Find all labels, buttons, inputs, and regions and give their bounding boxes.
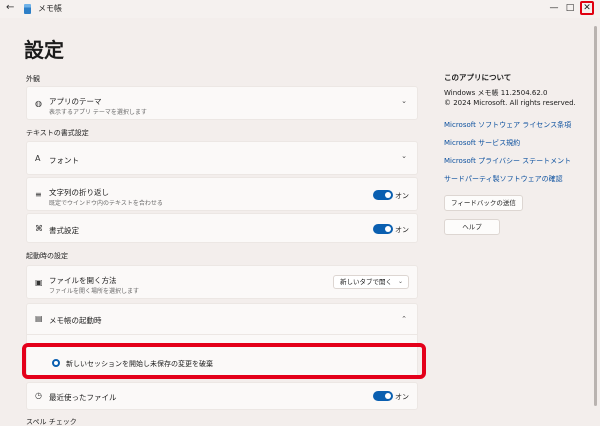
wrap-icon: ≡ xyxy=(35,190,42,199)
open-file-label: ファイルを開く方法 xyxy=(49,276,117,285)
font-icon: A xyxy=(35,154,41,163)
divider xyxy=(27,334,417,335)
scrollbar[interactable] xyxy=(594,26,597,406)
help-button[interactable]: ヘルプ xyxy=(444,219,500,235)
word-wrap-toggle-label: オン xyxy=(395,192,409,200)
theme-setting[interactable]: ◍ アプリのテーマ 表示するアプリ テーマを選択します ⌄ xyxy=(26,86,418,120)
recent-files-setting: ◷ 最近使ったファイル オン xyxy=(26,382,418,410)
formatting-toggle[interactable] xyxy=(373,224,393,234)
word-wrap-label: 文字列の折り返し xyxy=(49,188,109,197)
formatting-label: 書式設定 xyxy=(49,226,79,235)
license-link[interactable]: Microsoft ソフトウェア ライセンス条項 xyxy=(444,120,571,130)
back-arrow-icon[interactable]: ← xyxy=(6,2,14,13)
open-file-icon: ▣ xyxy=(35,278,43,287)
formatting-setting: ⌘ 書式設定 オン xyxy=(26,213,418,243)
format-icon: ⌘ xyxy=(35,224,43,233)
about-copyright: © 2024 Microsoft. All rights reserved. xyxy=(444,99,576,107)
recent-files-label: 最近使ったファイル xyxy=(49,393,117,402)
page-title: 設定 xyxy=(24,38,64,62)
about-title: このアプリについて xyxy=(444,73,512,82)
chevron-down-icon: ⌄ xyxy=(401,152,407,160)
notepad-icon: ▤ xyxy=(35,314,43,323)
font-setting[interactable]: A フォント ⌄ xyxy=(26,141,418,175)
section-text-format: テキストの書式設定 xyxy=(26,129,89,137)
chevron-down-icon: ⌄ xyxy=(397,278,403,285)
title-bar: ← メモ帳 — □ ✕ xyxy=(0,0,600,18)
third-party-link[interactable]: サードパーティ製ソフトウェアの確認 xyxy=(444,174,563,184)
theme-sub: 表示するアプリ テーマを選択します xyxy=(49,109,147,116)
maximize-button[interactable]: □ xyxy=(564,2,576,14)
feedback-button[interactable]: フィードバックの送信 xyxy=(444,195,523,211)
open-file-dropdown[interactable]: 新しいタブで開く ⌄ xyxy=(333,275,409,289)
minimize-button[interactable]: — xyxy=(548,2,560,14)
open-file-sub: ファイルを開く場所を選択します xyxy=(49,288,140,295)
formatting-toggle-label: オン xyxy=(395,226,409,234)
word-wrap-sub: 既定でウインドウ内のテキストを合わせる xyxy=(49,200,163,207)
theme-label: アプリのテーマ xyxy=(49,97,102,106)
font-label: フォント xyxy=(49,156,79,165)
section-appearance: 外観 xyxy=(26,75,40,83)
word-wrap-toggle[interactable] xyxy=(373,190,393,200)
recent-files-toggle-label: オン xyxy=(395,393,409,401)
on-start-label: メモ帳の起動時 xyxy=(49,316,102,325)
window-title: メモ帳 xyxy=(38,4,62,13)
services-link[interactable]: Microsoft サービス規約 xyxy=(444,138,520,148)
chevron-up-icon: ⌃ xyxy=(401,315,407,323)
on-start-header[interactable]: ▤ メモ帳の起動時 ⌃ xyxy=(27,304,417,334)
recent-files-toggle[interactable] xyxy=(373,391,393,401)
section-spell: スペル チェック xyxy=(26,418,77,426)
history-icon: ◷ xyxy=(35,391,42,400)
close-button[interactable]: ✕ xyxy=(580,1,594,15)
highlight-annotation xyxy=(22,343,426,379)
about-version: Windows メモ帳 11.2504.62.0 xyxy=(444,89,548,97)
section-startup: 起動時の設定 xyxy=(26,252,68,260)
word-wrap-setting: ≡ 文字列の折り返し 既定でウインドウ内のテキストを合わせる オン xyxy=(26,177,418,211)
privacy-link[interactable]: Microsoft プライバシー ステートメント xyxy=(444,156,571,166)
notepad-app-icon xyxy=(24,4,31,14)
open-file-setting: ▣ ファイルを開く方法 ファイルを開く場所を選択します 新しいタブで開く ⌄ xyxy=(26,265,418,299)
palette-icon: ◍ xyxy=(35,99,42,108)
chevron-down-icon: ⌄ xyxy=(401,97,407,105)
open-file-value: 新しいタブで開く xyxy=(340,278,392,286)
